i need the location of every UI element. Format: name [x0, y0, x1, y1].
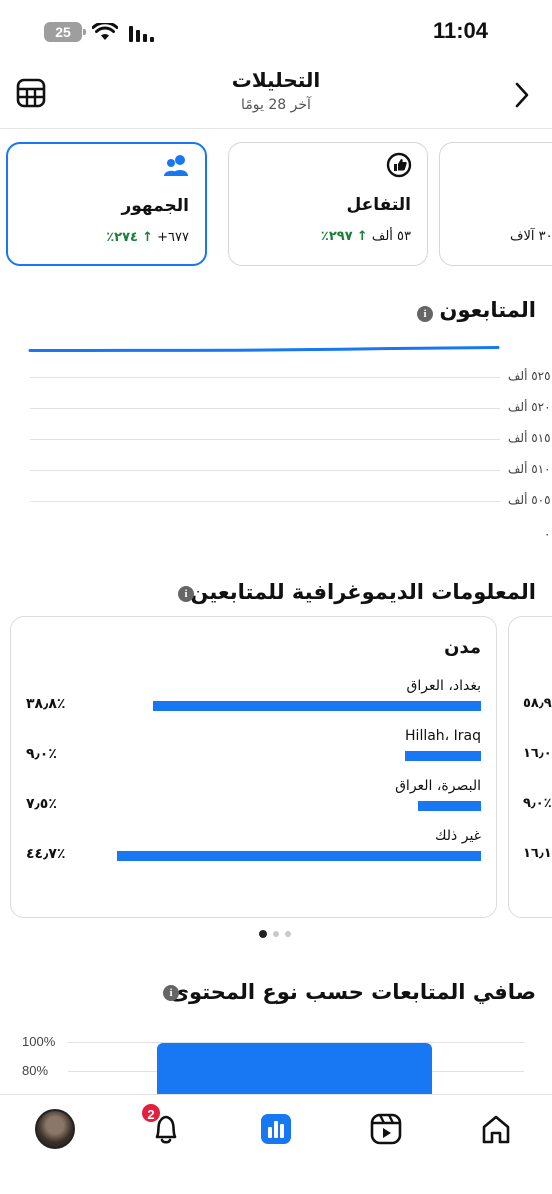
notification-badge: 2 [140, 1102, 162, 1124]
grid-line [30, 470, 500, 471]
city-bar [153, 701, 481, 711]
city-label: بغداد، العراق [406, 678, 481, 694]
grid-line [30, 439, 500, 440]
stat-change: ٢٩٧٪ [320, 229, 353, 244]
status-time: 11:04 [432, 18, 488, 43]
wifi-icon [92, 23, 118, 40]
profile-avatar[interactable] [35, 1109, 75, 1149]
next-demographic-card[interactable]: ٥٨٫٩ ١٦٫٠٪ ٩٫٠٪ ١٦٫١٪ [508, 616, 552, 918]
cities-card[interactable]: مدن بغداد، العراق ٣٨٫٨٪ Hillah، Iraq ٩٫٠… [10, 616, 497, 918]
y-tick-label: ٥١٥ ألف [508, 431, 551, 445]
stat-value: ٣٠ آلاف [510, 229, 552, 244]
followers-series-line [28, 346, 500, 352]
reach-card[interactable]: ٣٠ آلاف [439, 142, 552, 266]
back-chevron-icon[interactable] [512, 82, 532, 108]
city-percent: ٩٫٠٪ [26, 746, 57, 762]
page-dot[interactable] [285, 931, 291, 937]
insights-icon[interactable] [256, 1109, 296, 1149]
info-icon[interactable]: i [417, 306, 433, 322]
peek-percent: ٩٫٠٪ [523, 796, 552, 811]
up-arrow-icon: ↑ [142, 230, 153, 245]
grid-line [30, 377, 500, 378]
followers-title: المتابعون [439, 298, 536, 322]
city-label: Hillah، Iraq [405, 728, 481, 744]
city-bar [418, 801, 481, 811]
up-arrow-icon: ↑ [356, 229, 368, 244]
card-title: التفاعل [346, 195, 411, 215]
city-bar [405, 751, 481, 761]
stat-change: ٢٧٤٪ [106, 230, 138, 245]
page-dot-active[interactable] [259, 930, 267, 938]
card-stat: ٦٧٧+ ↑ ٢٧٤٪ [106, 230, 189, 245]
engagement-icon [386, 152, 412, 178]
page-title: التحليلات [231, 68, 321, 92]
demographics-title: المعلومات الديموغرافية للمتابعين [190, 580, 536, 604]
y-tick-label: ٠ [544, 527, 551, 541]
card-stat: ٥٣ ألف ↑ ٢٩٧٪ [321, 229, 411, 244]
header-divider [0, 128, 552, 129]
signal-icon [129, 26, 154, 42]
engagement-card[interactable]: التفاعل ٥٣ ألف ↑ ٢٩٧٪ [228, 142, 428, 266]
y-tick-label: ٥٠٥ ألف [508, 493, 551, 507]
info-icon[interactable]: i [163, 985, 179, 1001]
reels-icon[interactable] [366, 1109, 406, 1149]
y-tick-label: 80% [22, 1063, 49, 1078]
y-tick-label: ٥٢٥ ألف [508, 369, 551, 383]
info-icon[interactable]: i [178, 586, 194, 602]
grid-line [30, 408, 500, 409]
city-label: البصرة، العراق [395, 778, 481, 794]
peek-percent: ٥٨٫٩ [523, 696, 552, 711]
card-stat: ٣٠ آلاف [510, 229, 552, 244]
y-tick-label: ٥١٠ ألف [508, 462, 551, 476]
peek-percent: ١٦٫٠٪ [523, 746, 552, 761]
stat-value: ٦٧٧+ [157, 230, 189, 245]
page-dot[interactable] [273, 931, 279, 937]
date-range[interactable]: آخر 28 يومًا [0, 97, 552, 113]
bottom-nav [0, 1094, 552, 1194]
home-icon[interactable] [476, 1109, 516, 1149]
city-label: غير ذلك [434, 828, 481, 844]
card-title: الجمهور [121, 196, 189, 216]
peek-percent: ١٦٫١٪ [523, 846, 552, 861]
city-percent: ٣٨٫٨٪ [26, 696, 66, 712]
audience-card[interactable]: الجمهور ٦٧٧+ ↑ ٢٧٤٪ [6, 142, 207, 266]
cities-card-title: مدن [444, 637, 481, 658]
net-follows-title: صافي المتابعات حسب نوع المحتوى [169, 980, 536, 1004]
city-percent: ٧٫٥٪ [26, 796, 57, 812]
city-bar [117, 851, 481, 861]
y-tick-label: ٥٢٠ ألف [508, 400, 551, 414]
y-tick-label: 100% [22, 1034, 56, 1049]
audience-icon [164, 155, 188, 176]
city-percent: ٤٤٫٧٪ [26, 846, 66, 862]
battery-indicator: 25 [44, 22, 86, 42]
stat-value: ٥٣ ألف [371, 229, 411, 244]
grid-line [30, 501, 500, 502]
followers-line-chart [28, 346, 500, 352]
